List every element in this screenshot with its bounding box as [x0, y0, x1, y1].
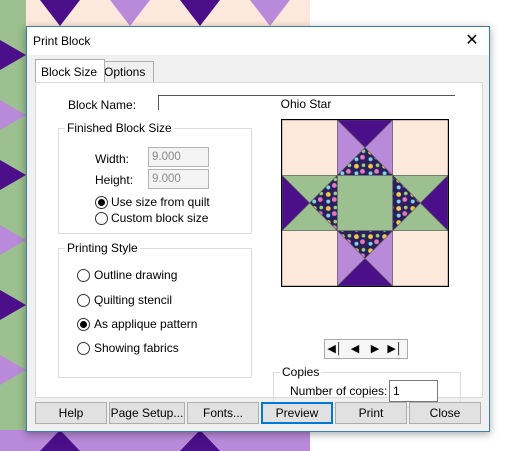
block-preview [281, 119, 449, 287]
previous-block-icon[interactable]: ◀ [345, 340, 365, 358]
quilting-stencil-radio[interactable] [77, 294, 90, 307]
print-block-dialog: Print Block ✕ Block Size Options Block N… [26, 26, 490, 432]
printing-style-group: Printing Style Outline drawing Quilting … [58, 241, 252, 378]
width-label: Width: [95, 152, 130, 166]
use-size-from-quilt-label: Use size from quilt [111, 195, 210, 209]
title-bar: Print Block ✕ [27, 27, 489, 55]
help-button[interactable]: Help [35, 402, 107, 424]
outline-drawing-radio[interactable] [77, 269, 90, 282]
number-of-copies-input[interactable]: 1 [389, 380, 438, 402]
custom-block-size-radio[interactable] [95, 212, 108, 225]
showing-fabrics-label: Showing fabrics [94, 341, 179, 355]
page-setup-button[interactable]: Page Setup... [109, 402, 185, 424]
tab-block-size[interactable]: Block Size [35, 59, 105, 82]
fonts-button[interactable]: Fonts... [187, 402, 259, 424]
tab-options[interactable]: Options [98, 61, 154, 82]
first-block-icon[interactable]: ◀│ [325, 340, 345, 358]
block-size-panel: Block Name: Ohio Star Finished Block Siz… [35, 82, 483, 408]
use-size-from-quilt-radio[interactable] [95, 196, 108, 209]
custom-block-size-label: Custom block size [111, 211, 209, 225]
finished-block-size-group: Finished Block Size Width: 9.000 Height:… [58, 121, 252, 234]
copies-title: Copies [280, 365, 322, 379]
height-label: Height: [95, 173, 134, 187]
printing-style-title: Printing Style [65, 241, 140, 255]
next-block-icon[interactable]: ▶ [365, 340, 385, 358]
showing-fabrics-radio[interactable] [77, 342, 90, 355]
block-name-value: Ohio Star [280, 97, 332, 111]
preview-button[interactable]: Preview [261, 402, 333, 424]
block-name-label: Block Name: [68, 98, 137, 112]
print-button[interactable]: Print [335, 402, 407, 424]
close-button[interactable]: Close [409, 402, 481, 424]
close-icon[interactable]: ✕ [455, 27, 489, 55]
applique-pattern-radio[interactable] [77, 318, 90, 331]
last-block-icon[interactable]: ▶│ [385, 340, 405, 358]
number-of-copies-label: Number of copies: [290, 384, 388, 398]
outline-drawing-label: Outline drawing [94, 268, 178, 282]
finished-block-size-title: Finished Block Size [65, 121, 174, 135]
quilting-stencil-label: Quilting stencil [94, 293, 173, 307]
applique-pattern-label: As applique pattern [94, 317, 198, 331]
height-field[interactable]: 9.000 [148, 169, 209, 189]
width-field[interactable]: 9.000 [148, 147, 209, 167]
block-navigation: ◀│ ◀ ▶ ▶│ [324, 339, 408, 359]
window-title: Print Block [33, 34, 91, 48]
